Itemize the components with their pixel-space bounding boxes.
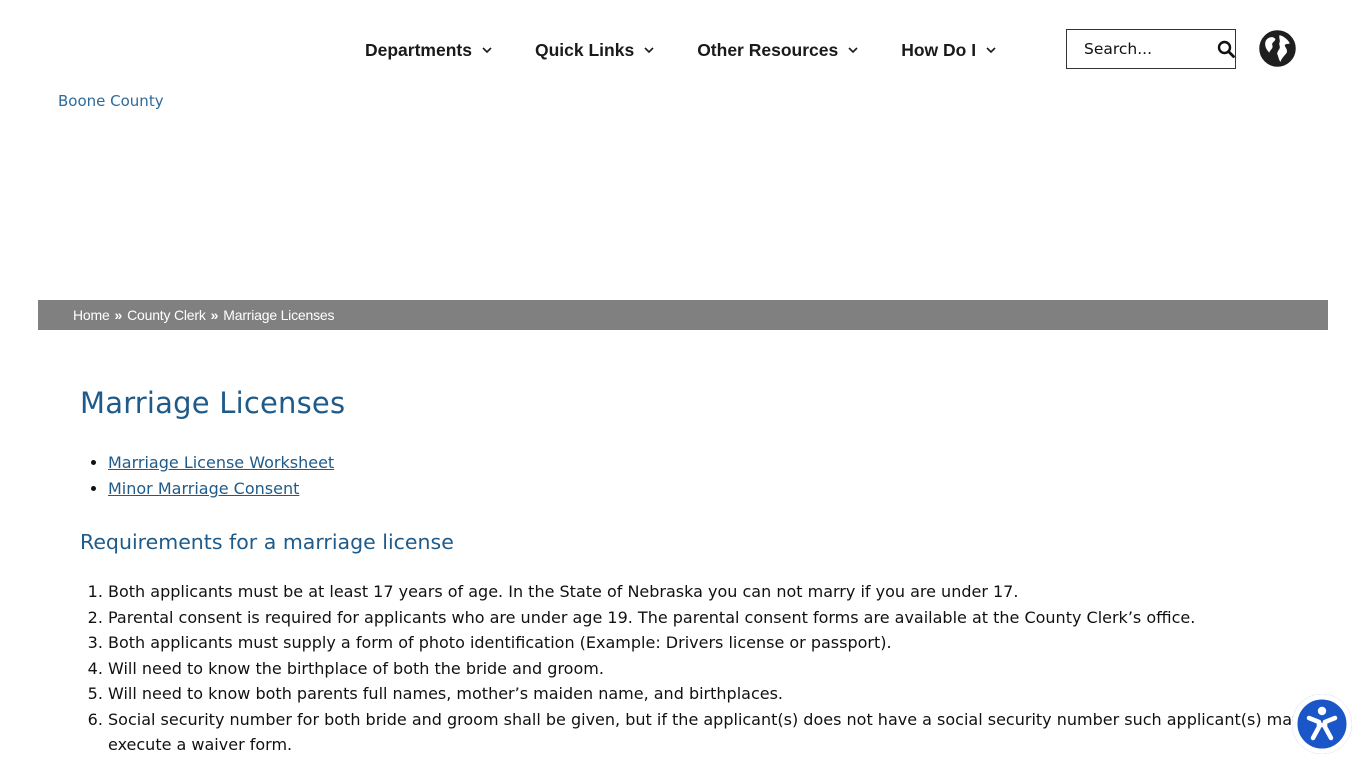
page: Departments Quick Links Other Resources …	[0, 0, 1366, 768]
requirements-list: Both applicants must be at least 17 year…	[80, 579, 1310, 758]
requirement-item: Both applicants must be at least 17 year…	[108, 579, 1310, 605]
list-item: Marriage License Worksheet	[108, 450, 1310, 476]
nav-how-do-i[interactable]: How Do I	[901, 40, 997, 61]
chevron-down-icon	[848, 47, 858, 54]
search-box	[1066, 29, 1236, 69]
main-content: Marriage Licenses Marriage License Works…	[80, 386, 1310, 758]
requirement-item: Will need to know the birthplace of both…	[108, 656, 1310, 682]
requirement-item: Both applicants must supply a form of ph…	[108, 630, 1310, 656]
list-item: Minor Marriage Consent	[108, 476, 1310, 502]
nav-how-do-i-label: How Do I	[901, 39, 977, 60]
chevron-down-icon	[482, 47, 492, 54]
breadcrumb-separator: »	[210, 307, 219, 323]
breadcrumb: Home » County Clerk » Marriage Licenses	[38, 300, 1328, 330]
requirement-item: Social security number for both bride an…	[108, 707, 1310, 758]
search-button[interactable]	[1216, 30, 1235, 68]
globe-icon[interactable]	[1259, 30, 1296, 67]
accessibility-button[interactable]	[1292, 694, 1352, 754]
nav-departments[interactable]: Departments	[365, 40, 493, 61]
nav-other-resources-label: Other Resources	[697, 39, 839, 60]
requirement-item: Parental consent is required for applica…	[108, 605, 1310, 631]
marriage-license-worksheet-link[interactable]: Marriage License Worksheet	[108, 453, 334, 472]
requirement-item: Will need to know both parents full name…	[108, 681, 1310, 707]
nav-other-resources[interactable]: Other Resources	[697, 40, 859, 61]
main-nav: Departments Quick Links Other Resources …	[365, 30, 1039, 70]
page-title: Marriage Licenses	[80, 386, 346, 420]
breadcrumb-county-clerk[interactable]: County Clerk	[127, 307, 206, 323]
chevron-down-icon	[986, 47, 996, 54]
search-input[interactable]	[1067, 39, 1216, 59]
minor-marriage-consent-link[interactable]: Minor Marriage Consent	[108, 479, 299, 498]
requirements-heading: Requirements for a marriage license	[80, 530, 454, 554]
breadcrumb-home[interactable]: Home	[73, 307, 110, 323]
document-links: Marriage License Worksheet Minor Marriag…	[80, 450, 1310, 502]
chevron-down-icon	[644, 47, 654, 54]
site-logo[interactable]: Boone County	[58, 92, 164, 110]
nav-quick-links[interactable]: Quick Links	[535, 40, 655, 61]
logo-alt-text: Boone County	[58, 92, 164, 110]
breadcrumb-current: Marriage Licenses	[223, 307, 335, 323]
accessibility-icon	[1294, 696, 1350, 752]
search-icon	[1217, 40, 1235, 58]
breadcrumb-separator: »	[114, 307, 123, 323]
nav-departments-label: Departments	[365, 39, 472, 60]
nav-quick-links-label: Quick Links	[534, 39, 635, 60]
